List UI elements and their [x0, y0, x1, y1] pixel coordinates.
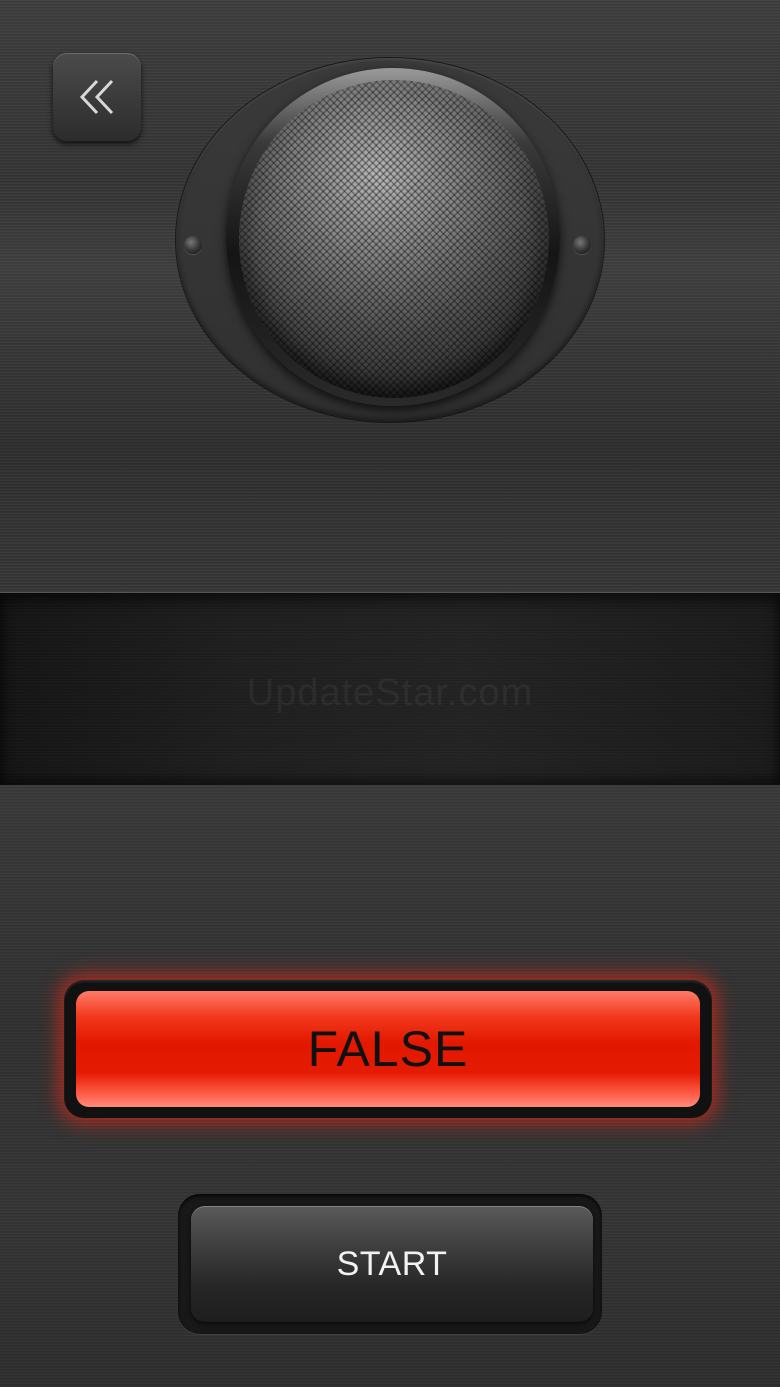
screw-right-icon	[573, 236, 591, 254]
app-screen: UpdateStar.com FALSE START	[0, 0, 780, 1387]
speaker-grill-icon	[239, 80, 549, 398]
back-button[interactable]	[53, 53, 141, 141]
screw-left-icon	[184, 236, 202, 254]
watermark-text: UpdateStar.com	[246, 672, 534, 714]
start-button[interactable]: START	[191, 1206, 593, 1322]
status-label: FALSE	[307, 1021, 469, 1077]
status-indicator: FALSE	[76, 991, 700, 1107]
start-button-label: START	[336, 1244, 448, 1283]
double-chevron-left-icon	[79, 79, 114, 115]
